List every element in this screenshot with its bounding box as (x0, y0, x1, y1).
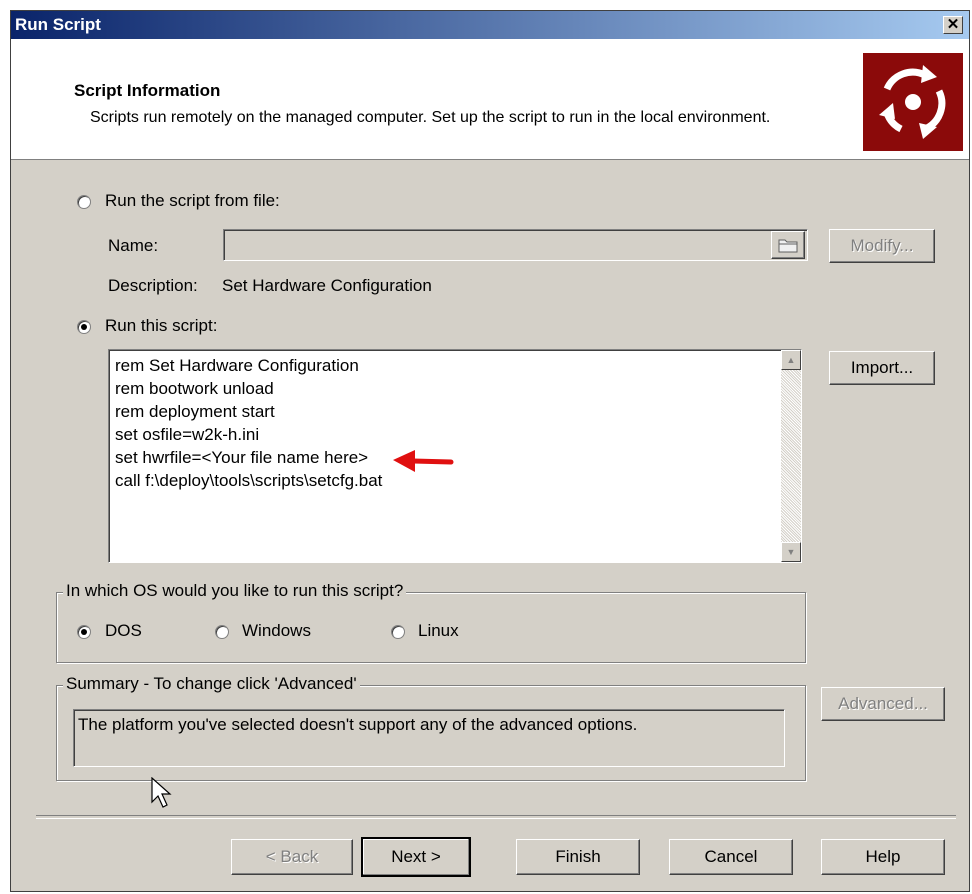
run-this-script-radio[interactable] (77, 320, 91, 334)
script-scrollbar[interactable]: ▲ ▼ (781, 350, 801, 562)
os-windows-radio[interactable] (215, 625, 229, 639)
os-linux-radio[interactable] (391, 625, 405, 639)
summary-legend: Summary - To change click 'Advanced' (63, 674, 360, 694)
script-line: set hwrfile=<Your file name here> (115, 448, 369, 467)
script-line: call f:\deploy\tools\scripts\setcfg.bat (115, 471, 383, 490)
advanced-button[interactable]: Advanced... (821, 687, 945, 721)
title-bar[interactable]: Run Script ✕ (11, 11, 969, 39)
name-field[interactable] (223, 229, 808, 261)
modify-button[interactable]: Modify... (829, 229, 935, 263)
page-description: Scripts run remotely on the managed comp… (90, 109, 771, 126)
back-button[interactable]: < Back (231, 839, 353, 875)
wizard-header: Script Information Scripts run remotely … (11, 39, 969, 160)
summary-text: The platform you've selected doesn't sup… (78, 715, 638, 734)
page-title: Script Information (74, 81, 221, 100)
description-label: Description: (108, 276, 198, 295)
advanced-label: Advanced... (838, 694, 928, 713)
summary-box: The platform you've selected doesn't sup… (73, 709, 785, 767)
footer-separator (36, 815, 956, 819)
os-dos-radio[interactable] (77, 625, 91, 639)
window-title: Run Script (15, 15, 101, 34)
next-button[interactable]: Next > (361, 837, 471, 877)
finish-label: Finish (555, 847, 601, 866)
script-line: rem bootwork unload (115, 379, 274, 398)
script-text: rem Set Hardware Configuration rem bootw… (115, 354, 382, 492)
os-dos-label: DOS (105, 621, 142, 640)
close-button[interactable]: ✕ (943, 16, 963, 34)
close-icon: ✕ (946, 16, 960, 33)
script-logo-icon (863, 53, 963, 151)
script-line: rem Set Hardware Configuration (115, 356, 359, 375)
run-this-script-label: Run this script: (105, 316, 218, 335)
finish-button[interactable]: Finish (516, 839, 640, 875)
os-windows-label: Windows (242, 621, 311, 640)
script-line: rem deployment start (115, 402, 275, 421)
browse-button[interactable] (771, 231, 805, 259)
run-script-dialog: Run Script ✕ Script Information Scripts … (10, 10, 970, 892)
import-button[interactable]: Import... (829, 351, 935, 385)
scroll-up-button[interactable]: ▲ (781, 350, 801, 370)
import-label: Import... (850, 358, 914, 377)
os-linux-label: Linux (418, 621, 459, 640)
back-label: < Back (265, 847, 319, 866)
run-from-file-label: Run the script from file: (105, 191, 280, 210)
mouse-cursor-icon (151, 777, 172, 808)
help-button[interactable]: Help (821, 839, 945, 875)
cancel-button[interactable]: Cancel (669, 839, 793, 875)
name-label: Name: (108, 236, 159, 255)
os-legend: In which OS would you like to run this s… (63, 581, 407, 601)
scroll-down-button[interactable]: ▼ (781, 542, 801, 562)
modify-label: Modify... (850, 236, 914, 255)
next-label: Next > (391, 847, 441, 866)
help-label: Help (865, 847, 901, 866)
folder-icon (778, 239, 798, 253)
annotation-arrow-icon (393, 450, 454, 472)
description-value: Set Hardware Configuration (222, 276, 432, 295)
cancel-label: Cancel (704, 847, 758, 866)
script-line: set osfile=w2k-h.ini (115, 425, 260, 444)
run-from-file-radio[interactable] (77, 195, 91, 209)
script-editor[interactable]: rem Set Hardware Configuration rem bootw… (108, 349, 802, 563)
